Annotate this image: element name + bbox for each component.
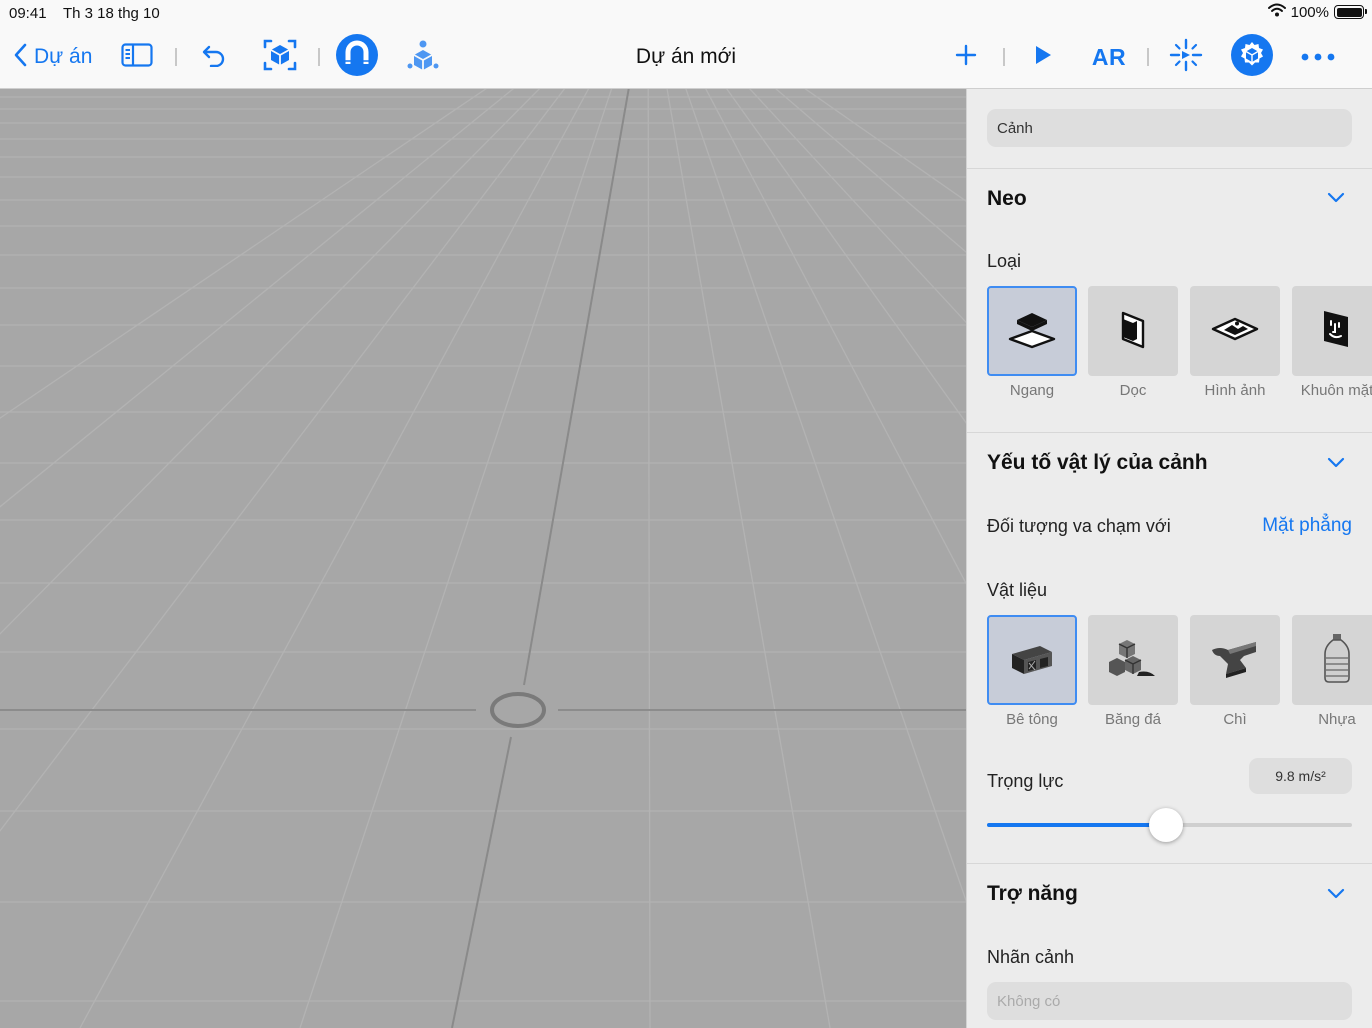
anchor-section-title: Neo (987, 187, 1027, 210)
concrete-block-icon (1008, 638, 1056, 683)
status-time: 09:41 (9, 5, 47, 22)
play-button[interactable] (1030, 44, 1056, 70)
sidebar-toggle-button[interactable] (120, 42, 153, 72)
more-button[interactable] (1300, 44, 1336, 70)
ice-cubes-icon (1109, 636, 1157, 685)
anvil-icon (1210, 638, 1260, 683)
gravity-slider[interactable] (987, 808, 1352, 842)
scene-label-input[interactable]: Không có (987, 982, 1352, 1020)
scene-name-field[interactable]: Cảnh (987, 109, 1352, 147)
anchor-button[interactable] (1168, 37, 1204, 78)
collide-value-link[interactable]: Mặt phẳng (1262, 515, 1352, 537)
material-ice[interactable] (1088, 615, 1178, 705)
divider (967, 863, 1372, 864)
document-title[interactable]: Dự án mới (636, 45, 736, 68)
status-bar: 09:41 Th 3 18 thg 10 100% (0, 0, 1372, 26)
material-label-ice: Băng đá (1105, 711, 1161, 728)
status-date: Th 3 18 thg 10 (63, 5, 160, 22)
toolbar-separator (1003, 48, 1005, 66)
battery-percent: 100% (1290, 3, 1329, 21)
snap-button[interactable] (336, 33, 378, 81)
properties-button[interactable] (1231, 33, 1273, 81)
material-label-concrete: Bê tông (1006, 711, 1058, 728)
undo-button[interactable] (200, 43, 228, 71)
collide-label: Đối tượng va chạm với (987, 516, 1171, 536)
anchor-icon (1168, 37, 1204, 78)
gravity-slider-fill (987, 823, 1166, 827)
chevron-down-icon[interactable] (1327, 192, 1345, 204)
ar-icon: AR (1091, 43, 1127, 70)
physics-section-title: Yếu tố vật lý của cảnh (987, 451, 1208, 474)
sidebar-icon (120, 42, 153, 72)
toolbar-separator (175, 48, 177, 66)
anchor-type-image[interactable] (1190, 286, 1280, 376)
undo-icon (201, 43, 227, 72)
object-library-button[interactable] (406, 40, 440, 74)
anchor-type-vertical[interactable] (1088, 286, 1178, 376)
anchor-type-label-image: Hình ảnh (1204, 382, 1266, 399)
plastic-bottle-icon (1323, 632, 1351, 689)
anchor-type-face[interactable] (1292, 286, 1372, 376)
toolbar-separator (318, 48, 320, 66)
toolbar-separator (1147, 48, 1149, 66)
gravity-value-field[interactable]: 9.8 m/s² (1249, 758, 1352, 794)
status-right: 100% (1267, 3, 1367, 21)
vertical-plane-icon (1113, 307, 1153, 356)
plus-icon (955, 44, 977, 71)
divider (967, 168, 1372, 169)
material-label-lead: Chì (1223, 711, 1247, 728)
toolbar: Dự án Dự án mới AR (0, 26, 1372, 89)
scan-object-icon (262, 37, 298, 78)
gravity-slider-thumb[interactable] (1149, 808, 1183, 842)
anchor-type-horizontal[interactable] (987, 286, 1077, 376)
material-lead[interactable] (1190, 615, 1280, 705)
anchor-type-label-face: Khuôn mặt (1300, 382, 1372, 399)
add-button[interactable] (953, 44, 979, 70)
ground-grid (0, 89, 966, 1028)
anchor-type-label-vertical: Dọc (1119, 382, 1147, 399)
back-label: Dự án (34, 45, 93, 68)
face-anchor-icon (1320, 307, 1354, 356)
object-library-icon (406, 38, 440, 77)
play-icon (1033, 44, 1053, 71)
gravity-label: Trọng lực (987, 771, 1064, 791)
magnet-icon (336, 33, 378, 81)
material-plastic[interactable] (1292, 615, 1372, 705)
anchor-type-label: Loại (987, 251, 1022, 271)
material-label-plastic: Nhựa (1318, 711, 1356, 728)
material-concrete[interactable] (987, 615, 1077, 705)
scene-label-title: Nhãn cảnh (987, 947, 1075, 967)
scan-object-button[interactable] (262, 39, 298, 75)
chevron-down-icon[interactable] (1327, 457, 1345, 469)
ar-button[interactable]: AR (1090, 43, 1128, 71)
divider (967, 432, 1372, 433)
inspector-panel: Cảnh Neo Loại Ngang Dọc Hình ảnh Khuôn m… (966, 89, 1372, 1028)
material-label: Vật liệu (987, 580, 1048, 600)
wifi-icon (1267, 3, 1286, 21)
accessibility-section-title: Trợ năng (987, 882, 1078, 905)
horizontal-plane-icon (1007, 309, 1057, 354)
scene-viewport[interactable] (0, 89, 966, 1028)
image-anchor-icon (1210, 311, 1260, 352)
battery-icon (1334, 5, 1367, 19)
anchor-type-label-horizontal: Ngang (1009, 382, 1055, 399)
properties-gear-icon (1231, 33, 1273, 81)
chevron-down-icon[interactable] (1327, 888, 1345, 900)
chevron-left-icon (14, 43, 28, 72)
back-button[interactable]: Dự án (14, 42, 92, 72)
origin-ring (490, 692, 546, 728)
ellipsis-icon (1301, 48, 1335, 66)
